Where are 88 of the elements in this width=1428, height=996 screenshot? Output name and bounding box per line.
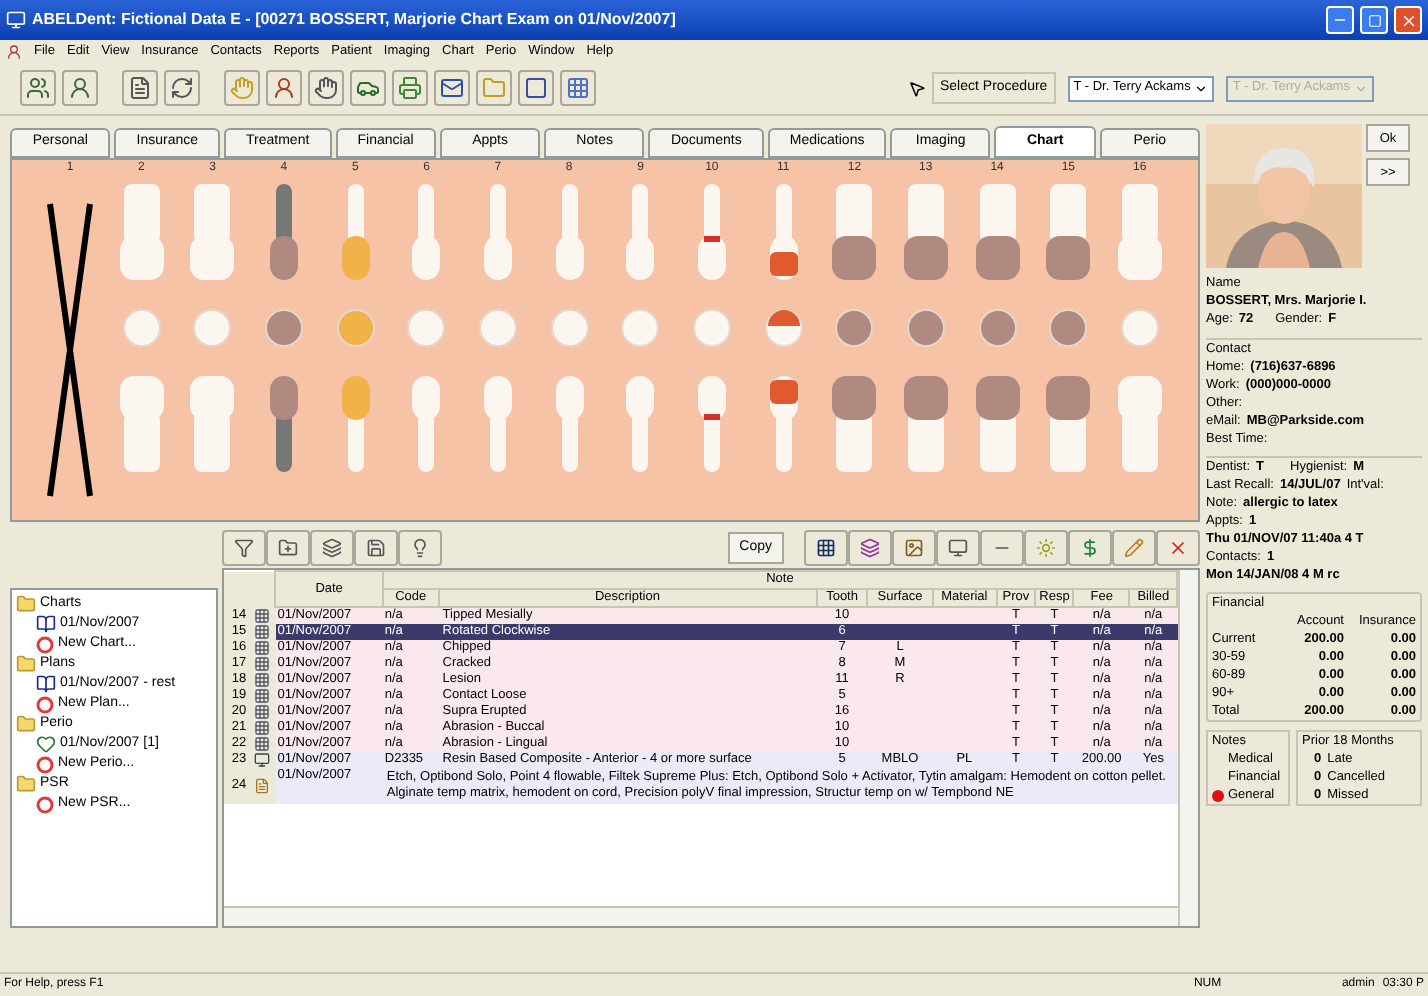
toolbar-button[interactable] [392,70,428,106]
book-icon [36,674,56,694]
circle-icon [36,695,54,713]
tooth-occlusal-icon [834,308,875,348]
tooth-occlusal-icon [691,308,732,348]
caret-icon [1194,81,1209,95]
sun-icon [1036,538,1056,558]
book-icon [36,614,56,634]
square-icon [524,76,548,100]
layers-icon [322,538,342,558]
toolbar-button[interactable] [164,70,200,106]
note-icon [254,778,271,794]
folder-icon [16,654,36,674]
tooth-occlusal-icon [335,308,376,348]
toolbar-button[interactable] [434,70,470,106]
chart-tool-button[interactable] [892,530,936,566]
folder-icon [16,774,36,794]
folder-icon [16,594,36,614]
folder-icon [482,76,506,100]
toolbar-button[interactable] [122,70,158,106]
delete-icon [1168,538,1188,558]
tooth-occlusal-icon [977,308,1018,348]
users-icon [26,76,50,100]
filter-icon [234,538,254,558]
chart-tool-button[interactable] [310,530,354,566]
pencil-icon [1124,538,1144,558]
tooth-occlusal-icon [905,308,946,348]
save-icon [366,538,386,558]
app-icon [6,10,26,30]
car-icon [356,76,380,100]
envelope-icon [440,76,464,100]
person-icon [68,76,92,100]
close-icon [1399,11,1417,29]
circle-icon [36,795,54,813]
chart-tool-button[interactable] [804,530,848,566]
toolbar-button[interactable] [308,70,344,106]
chart-tool-button[interactable] [354,530,398,566]
chart-tool-button[interactable] [848,530,892,566]
maximize-icon [1367,13,1381,27]
chart-tool-button[interactable] [398,530,442,566]
heart-icon [36,734,56,754]
tooth-occlusal-icon [192,308,233,348]
chart-tool-button[interactable] [222,530,266,566]
refresh-icon [170,76,194,100]
hand-icon [230,76,254,100]
tooth-occlusal-icon [1048,308,1089,348]
table-row[interactable] [224,768,1177,804]
toolbar-button[interactable] [62,70,98,106]
lightbulb-icon [410,538,430,558]
image-icon [904,538,924,558]
tooth-occlusal-icon [549,308,590,348]
vertical-scrollbar[interactable] [1178,570,1198,926]
folder-icon [16,714,36,734]
close-button[interactable] [1394,6,1422,34]
folder-plus-icon [278,538,298,558]
grid-icon [566,76,590,100]
minimize-button[interactable] [1326,6,1354,34]
layers-icon [860,538,880,558]
tooth-occlusal-icon [477,308,518,348]
monitor-icon [948,538,968,558]
caret-icon [1353,81,1368,95]
window-title: ABELDent: Fictional Data E - [00271 BOSSERT, Marjorie Chart Exam on 01/Nov/2007] [32,8,678,32]
monitor-icon [254,752,271,768]
grid-icon [816,538,836,558]
circle-icon [36,635,54,653]
tooth-occlusal-icon [121,308,162,348]
toolbar-button[interactable] [560,70,596,106]
tooth-occlusal-icon [620,308,661,348]
tooth-occlusal-icon [1119,308,1160,348]
tooth-occlusal-icon [263,308,304,348]
horizontal-scrollbar[interactable] [224,906,1178,926]
person-icon [272,76,296,100]
chart-tool-button[interactable] [936,530,980,566]
tooth-grid-icon [254,607,271,624]
missing-tooth-x-icon [46,200,94,500]
maximize-button[interactable] [1360,6,1388,34]
tooth-occlusal-icon [763,308,804,348]
toolbar-button[interactable] [20,70,56,106]
circle-icon [36,755,54,773]
hand-icon [314,76,338,100]
printer-icon [398,76,422,100]
chart-tool-button[interactable] [266,530,310,566]
tooth-occlusal-icon [406,308,447,348]
pointer-icon [908,79,926,97]
toolbar-button[interactable] [518,70,554,106]
toolbar-button[interactable] [266,70,302,106]
toolbar-button[interactable] [350,70,386,106]
dollar-icon [1080,538,1100,558]
